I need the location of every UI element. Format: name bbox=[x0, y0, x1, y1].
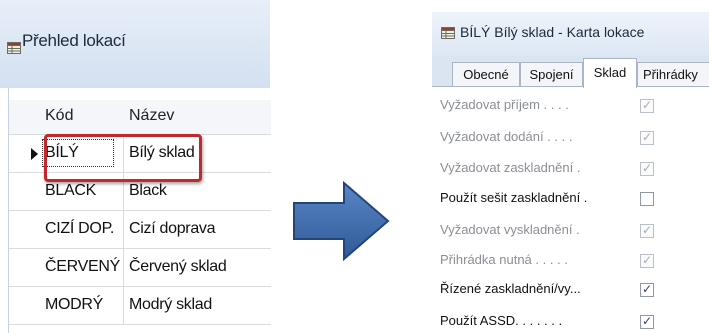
cell-code[interactable]: ČERVENÝ bbox=[45, 258, 120, 276]
location-card-window: BÍLÝ Bílý sklad - Karta lokace Obecné Sp… bbox=[432, 0, 709, 333]
cell-code[interactable]: BLACK bbox=[45, 182, 96, 200]
table-row[interactable]: ČERVENÝ Červený sklad bbox=[9, 249, 271, 287]
table-icon bbox=[7, 39, 21, 58]
use-put-away-worksheet-checkbox[interactable] bbox=[640, 192, 654, 206]
warehouse-tab-panel: Vyžadovat příjem . . . . ✓ Vyžadovat dod… bbox=[432, 86, 709, 333]
table-row[interactable]: MODRÝ Modrý sklad bbox=[9, 287, 271, 325]
location-grid: Kód Název BÍLÝ Bílý sklad BLACK Black CI… bbox=[8, 88, 271, 333]
require-shipment-checkbox[interactable]: ✓ bbox=[640, 130, 654, 145]
require-receive-checkbox[interactable]: ✓ bbox=[640, 98, 654, 113]
table-row[interactable]: CIZÍ DOP. Cizí doprava bbox=[9, 211, 271, 249]
column-divider bbox=[123, 211, 124, 248]
check-icon: ✓ bbox=[642, 314, 653, 328]
location-card-title: BÍLÝ Bílý sklad - Karta lokace bbox=[460, 24, 645, 40]
cell-name[interactable]: Black bbox=[129, 182, 167, 200]
right-arrow-icon bbox=[292, 180, 390, 265]
column-divider bbox=[123, 287, 124, 324]
tab-bins[interactable]: Přihrádky bbox=[637, 62, 709, 87]
check-icon: ✓ bbox=[642, 98, 653, 112]
selected-row-highlight bbox=[44, 134, 202, 182]
directed-put-away-pick-label: Řízené zaskladnění/vy... bbox=[440, 281, 581, 296]
require-put-away-checkbox[interactable]: ✓ bbox=[640, 161, 654, 176]
directed-put-away-pick-checkbox[interactable]: ✓ bbox=[640, 282, 654, 297]
tab-general[interactable]: Obecné bbox=[452, 62, 520, 87]
check-icon: ✓ bbox=[642, 161, 653, 175]
use-put-away-worksheet-label: Použít sešit zaskladnění . bbox=[440, 190, 588, 205]
use-assd-checkbox[interactable]: ✓ bbox=[640, 314, 654, 329]
require-shipment-label: Vyžadovat dodání . . . . bbox=[440, 129, 573, 144]
use-assd-label: Použít ASSD. . . . . . . bbox=[440, 313, 563, 328]
bin-mandatory-label: Přihrádka nutná . . . . . bbox=[440, 252, 568, 267]
current-row-triangle-icon bbox=[31, 148, 38, 160]
column-divider bbox=[123, 249, 124, 286]
grid-header: Kód Název bbox=[9, 100, 271, 135]
check-icon: ✓ bbox=[642, 253, 653, 267]
require-receive-label: Vyžadovat příjem . . . . bbox=[440, 97, 569, 112]
require-pick-label: Vyžadovat vyskladnění . bbox=[440, 222, 580, 237]
location-list-title: Přehled lokací bbox=[22, 31, 126, 50]
cell-name[interactable]: Červený sklad bbox=[129, 258, 227, 276]
check-icon: ✓ bbox=[642, 223, 653, 237]
require-pick-checkbox[interactable]: ✓ bbox=[640, 223, 654, 238]
cell-code[interactable]: CIZÍ DOP. bbox=[45, 220, 114, 238]
location-card-title-bar: BÍLÝ Bílý sklad - Karta lokace bbox=[432, 12, 709, 56]
check-icon: ✓ bbox=[642, 282, 653, 296]
column-header-name[interactable]: Název bbox=[129, 107, 174, 125]
tab-communication[interactable]: Spojení bbox=[520, 62, 583, 87]
cell-name[interactable]: Cizí doprava bbox=[129, 220, 216, 238]
require-put-away-label: Vyžadovat zaskladnění . bbox=[440, 160, 581, 175]
check-icon: ✓ bbox=[642, 130, 653, 144]
tab-strip: Obecné Spojení Sklad Přihrádky bbox=[432, 56, 709, 88]
tab-warehouse[interactable]: Sklad bbox=[583, 58, 637, 88]
column-header-code[interactable]: Kód bbox=[45, 107, 73, 125]
table-icon bbox=[441, 24, 455, 43]
location-list-title-bar: Přehled lokací bbox=[0, 0, 270, 88]
bin-mandatory-checkbox[interactable]: ✓ bbox=[640, 253, 654, 268]
cell-name[interactable]: Modrý sklad bbox=[129, 296, 212, 314]
cell-code[interactable]: MODRÝ bbox=[45, 296, 103, 314]
